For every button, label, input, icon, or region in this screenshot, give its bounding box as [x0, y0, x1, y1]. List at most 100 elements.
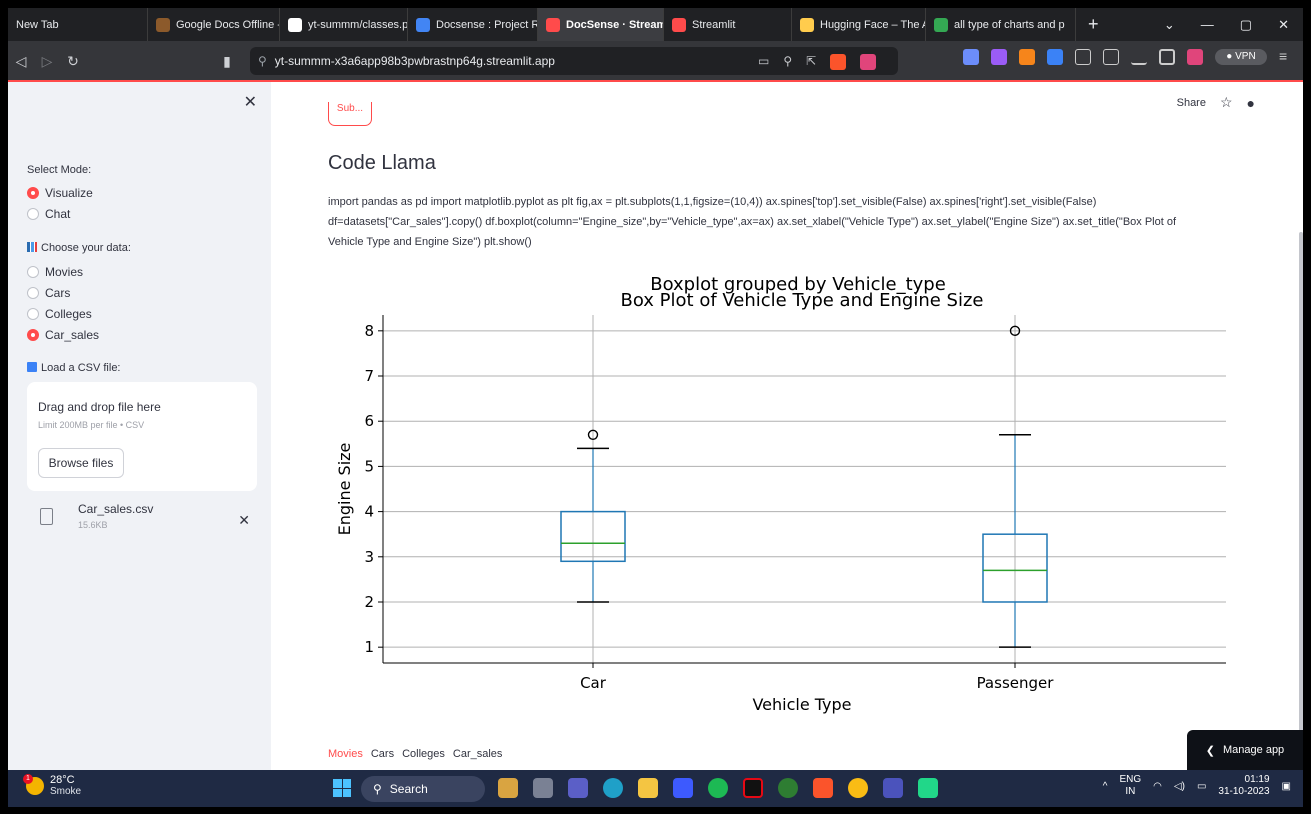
extension-icon-3[interactable]	[1075, 49, 1091, 65]
vpn-button[interactable]: ● VPN	[1215, 49, 1267, 65]
reload-icon[interactable]: ↻	[60, 53, 86, 70]
select-mode-label: Select Mode:	[27, 164, 92, 176]
calendar-icon[interactable]	[1047, 49, 1063, 65]
back-icon[interactable]: ◁	[8, 53, 34, 70]
manage-app-label: Manage app	[1223, 744, 1285, 756]
windows-start-icon[interactable]	[333, 779, 351, 797]
file-explorer-icon[interactable]	[638, 778, 658, 798]
chat-icon[interactable]	[568, 778, 588, 798]
code-line: Vehicle Type and Engine Size") plt.show(…	[328, 236, 532, 248]
manage-app-button[interactable]: ❮ Manage app	[1187, 730, 1303, 770]
taskbar-search[interactable]: ⚲ Search	[361, 776, 485, 802]
google-docs-icon	[416, 17, 430, 32]
browser-tab[interactable]: Google Docs Offline - C	[148, 8, 280, 41]
region-code: IN	[1125, 786, 1136, 797]
github-icon[interactable]: ●	[1247, 95, 1255, 111]
volume-icon[interactable]: ◁)	[1174, 781, 1185, 792]
radio-chat[interactable]: Chat	[27, 207, 70, 221]
choose-data-text: Choose your data:	[41, 242, 131, 254]
link-cars[interactable]: Cars	[371, 748, 394, 760]
xbox-icon[interactable]	[778, 778, 798, 798]
widgets-icon[interactable]	[498, 778, 518, 798]
browser-tab[interactable]: Streamlit	[664, 8, 792, 41]
tab-list-chevron-icon[interactable]: ⌄	[1164, 17, 1175, 33]
radio-indicator[interactable]	[27, 266, 39, 278]
browser-tab[interactable]: DocSense · Stream×	[538, 8, 664, 41]
radio-indicator[interactable]	[27, 308, 39, 320]
wallet-icon[interactable]	[1187, 49, 1203, 65]
sidebar: ✕ Select Mode: Visualize Chat Choose you…	[8, 82, 271, 770]
radio-movies[interactable]: Movies	[27, 265, 83, 279]
zoom-icon[interactable]: ⚲	[783, 54, 792, 70]
radio-indicator[interactable]	[27, 287, 39, 299]
clock-time: 01:19	[1244, 774, 1270, 785]
extension-icon-1[interactable]	[963, 49, 979, 65]
bar-chart-icon	[27, 242, 37, 252]
site-settings-icon[interactable]: ⚲	[258, 54, 267, 68]
url-tools: ▭ ⚲ ⇱	[758, 54, 877, 70]
menu-icon[interactable]: ≡	[1279, 49, 1293, 65]
weather-temp: 28°C	[50, 774, 75, 786]
bookmark-icon[interactable]: ▮	[214, 53, 240, 70]
brave-shield-icon[interactable]	[830, 54, 847, 70]
clock[interactable]: 01:19 31-10-2023	[1218, 774, 1269, 798]
weather-widget[interactable]: 1 28°C Smoke	[23, 774, 81, 798]
cast-icon[interactable]: ▭	[758, 54, 769, 70]
radio-cars[interactable]: Cars	[27, 286, 70, 300]
forward-icon[interactable]: ▷	[34, 53, 60, 70]
brave-browser-icon[interactable]	[813, 778, 833, 798]
radio-indicator[interactable]	[27, 329, 39, 341]
search-icon: ⚲	[373, 782, 382, 796]
vscode-like-icon[interactable]	[673, 778, 693, 798]
puzzle-icon[interactable]	[1103, 49, 1119, 65]
radio-indicator[interactable]	[27, 208, 39, 220]
browser-tab[interactable]: Hugging Face – The AI	[792, 8, 926, 41]
pycharm-icon[interactable]	[918, 778, 938, 798]
radio-indicator[interactable]	[27, 187, 39, 199]
share-button[interactable]: Share	[1177, 97, 1206, 109]
maximize-icon[interactable]: ▢	[1240, 17, 1252, 33]
teams-icon[interactable]	[883, 778, 903, 798]
scrollbar[interactable]	[1299, 232, 1303, 752]
browser-tab[interactable]: New Tab	[8, 8, 148, 41]
link-colleges[interactable]: Colleges	[402, 748, 445, 760]
radio-label: Car_sales	[45, 328, 100, 342]
file-dropzone[interactable]: Drag and drop file here Limit 200MB per …	[27, 382, 257, 491]
sidebar-close-icon[interactable]: ✕	[244, 92, 257, 112]
new-tab-button[interactable]: +	[1076, 14, 1111, 35]
submit-button[interactable]: Sub...	[328, 102, 372, 126]
spotify-icon[interactable]	[708, 778, 728, 798]
download-icon[interactable]	[1131, 49, 1147, 65]
metamask-icon[interactable]	[1019, 49, 1035, 65]
brave-rewards-icon[interactable]	[860, 54, 877, 70]
wifi-icon[interactable]: ◠	[1153, 781, 1162, 792]
link-movies[interactable]: Movies	[328, 748, 363, 760]
battery-icon[interactable]: ▭	[1197, 781, 1206, 792]
chart-title: Box Plot of Vehicle Type and Engine Size	[620, 290, 983, 311]
radio-visualize[interactable]: Visualize	[27, 186, 93, 200]
share-icon[interactable]: ⇱	[806, 54, 816, 70]
edge-icon[interactable]	[603, 778, 623, 798]
link-car-sales[interactable]: Car_sales	[453, 748, 503, 760]
minimize-icon[interactable]: —	[1201, 17, 1214, 33]
notifications-icon[interactable]: ▣	[1282, 781, 1291, 792]
tray-chevron-icon[interactable]: ^	[1103, 781, 1108, 792]
chevron-left-icon: ❮	[1205, 744, 1216, 757]
chrome-icon[interactable]	[848, 778, 868, 798]
sidebar-toggle-icon[interactable]	[1159, 49, 1175, 65]
extension-icon-2[interactable]	[991, 49, 1007, 65]
radio-colleges[interactable]: Colleges	[27, 307, 92, 321]
radio-car-sales[interactable]: Car_sales	[27, 328, 99, 342]
x-tick-label: Car	[580, 674, 607, 692]
remove-file-icon[interactable]: ✕	[238, 512, 250, 529]
browse-files-button[interactable]: Browse files	[38, 448, 124, 478]
netflix-icon[interactable]	[743, 778, 763, 798]
language-indicator[interactable]: ENG IN	[1120, 774, 1142, 798]
task-view-icon[interactable]	[533, 778, 553, 798]
star-icon[interactable]: ☆	[1220, 94, 1233, 111]
close-window-icon[interactable]: ✕	[1278, 17, 1289, 33]
tab-title: Streamlit	[692, 18, 736, 31]
browser-tab[interactable]: all type of charts and p	[926, 8, 1076, 41]
browser-tab[interactable]: yt-summm/classes.py a	[280, 8, 408, 41]
browser-tab[interactable]: Docsense : Project Rep	[408, 8, 538, 41]
